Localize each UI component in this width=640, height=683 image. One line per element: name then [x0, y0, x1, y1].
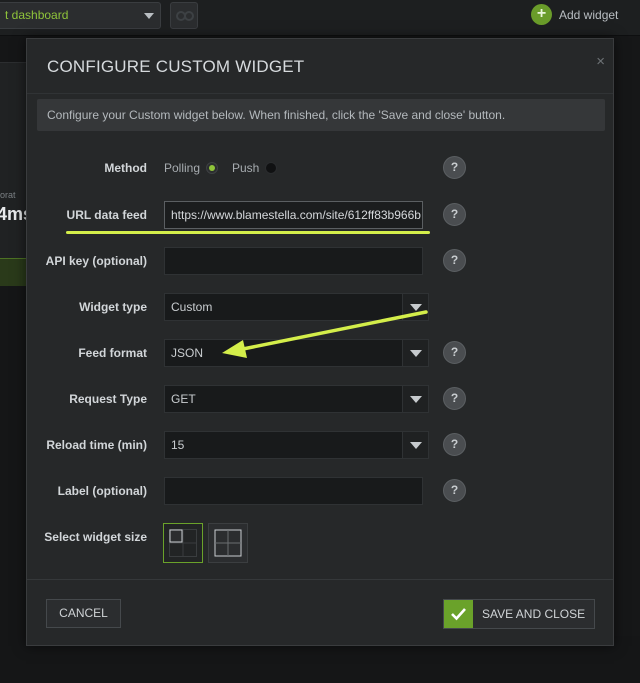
widget-size-label: Select widget size — [44, 530, 147, 544]
url-highlight-underline — [66, 231, 430, 234]
help-icon[interactable]: ? — [443, 433, 466, 456]
feed-format-label: Feed format — [78, 346, 147, 360]
polling-radio[interactable] — [206, 162, 218, 174]
reload-time-value: 15 — [171, 438, 185, 452]
title-divider — [27, 93, 613, 94]
info-message: Configure your Custom widget below. When… — [37, 99, 605, 131]
add-widget-label: Add widget — [559, 8, 619, 22]
help-icon[interactable]: ? — [443, 156, 466, 179]
chevron-down-icon[interactable] — [402, 386, 428, 412]
modal-title: CONFIGURE CUSTOM WIDGET — [47, 57, 305, 76]
reload-time-label: Reload time (min) — [46, 438, 147, 452]
close-icon[interactable]: × — [596, 53, 605, 70]
method-label: Method — [104, 161, 147, 175]
background-widget-footer — [0, 258, 26, 286]
chevron-down-icon[interactable] — [402, 432, 428, 458]
top-bar: t dashboard + Add widget — [0, 0, 640, 36]
feed-format-value: JSON — [171, 346, 204, 360]
footer-divider — [27, 579, 613, 580]
chevron-down-icon[interactable] — [402, 294, 428, 320]
request-type-label: Request Type — [69, 392, 147, 406]
widget-size-small-option[interactable] — [163, 523, 203, 563]
request-type-row: Request Type GET ? — [27, 385, 613, 413]
request-type-value: GET — [171, 392, 196, 406]
api-key-label: API key (optional) — [45, 254, 147, 268]
checkmark-icon — [444, 600, 473, 628]
push-radio[interactable] — [265, 162, 277, 174]
background-widget — [0, 62, 26, 286]
feed-format-select[interactable]: JSON — [164, 339, 429, 367]
url-label: URL data feed — [66, 208, 147, 222]
feed-format-row: Feed format JSON ? — [27, 339, 613, 367]
polling-option-label[interactable]: Polling — [164, 154, 200, 182]
cancel-button[interactable]: CANCEL — [46, 599, 121, 628]
widget-size-row: Select widget size — [27, 523, 613, 563]
widget-type-value: Custom — [171, 300, 213, 314]
dashboard-select-label: t dashboard — [5, 8, 69, 22]
grid-small-icon — [169, 529, 197, 557]
widget-size-large-option[interactable] — [208, 523, 248, 563]
background-widget-caption: orat — [0, 190, 16, 200]
help-icon[interactable]: ? — [443, 249, 466, 272]
save-and-close-button[interactable]: SAVE AND CLOSE — [443, 599, 595, 629]
widget-type-row: Widget type Custom — [27, 293, 613, 321]
widget-type-select[interactable]: Custom — [164, 293, 429, 321]
background-right-strip — [614, 36, 640, 636]
url-input[interactable]: https://www.blamestella.com/site/612ff83… — [164, 201, 423, 229]
method-row: Method Polling Push ? — [27, 154, 613, 182]
chevron-down-icon[interactable] — [402, 340, 428, 366]
label-row: Label (optional) ? — [27, 477, 613, 505]
chevron-down-icon — [144, 13, 154, 19]
help-icon[interactable]: ? — [443, 479, 466, 502]
label-input[interactable] — [164, 477, 423, 505]
dashboard-select[interactable]: t dashboard — [0, 2, 161, 29]
reload-time-row: Reload time (min) 15 ? — [27, 431, 613, 459]
url-row: URL data feed https://www.blamestella.co… — [27, 201, 613, 229]
plus-icon: + — [531, 4, 552, 25]
request-type-select[interactable]: GET — [164, 385, 429, 413]
save-and-close-label: SAVE AND CLOSE — [482, 607, 586, 621]
link-button[interactable] — [170, 2, 198, 29]
add-widget-button[interactable]: + Add widget — [531, 3, 640, 27]
widget-type-label: Widget type — [79, 300, 147, 314]
api-key-input[interactable] — [164, 247, 423, 275]
link-icon — [176, 11, 194, 21]
label-field-label: Label (optional) — [57, 484, 147, 498]
grid-large-icon — [214, 529, 242, 557]
reload-time-select[interactable]: 15 — [164, 431, 429, 459]
help-icon[interactable]: ? — [443, 387, 466, 410]
help-icon[interactable]: ? — [443, 341, 466, 364]
api-key-row: API key (optional) ? — [27, 247, 613, 275]
configure-widget-modal: CONFIGURE CUSTOM WIDGET × Configure your… — [26, 38, 614, 646]
push-option-label[interactable]: Push — [232, 154, 259, 182]
help-icon[interactable]: ? — [443, 203, 466, 226]
